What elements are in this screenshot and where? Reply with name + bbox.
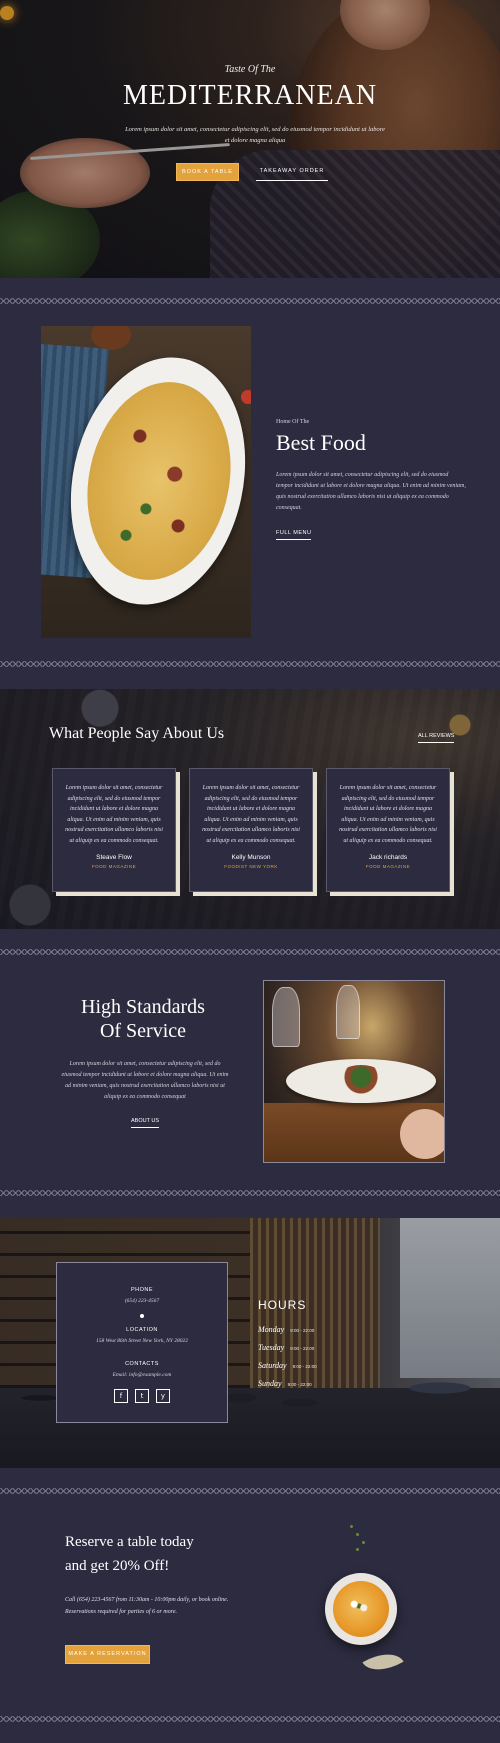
divider-pattern <box>0 298 500 304</box>
contact-card: PHONE (654) 223-4567 LOCATION 158 West 8… <box>56 1262 228 1423</box>
hours-time: 9:00 - 22:00 <box>287 1382 312 1387</box>
testimonial-source: FOODIST NEW YORK <box>224 864 278 869</box>
reserve-title-line2: and get 20% Off! <box>65 1558 170 1574</box>
fine-dining-image <box>263 980 445 1163</box>
testimonial-card: Lorem ipsum dolor sit amet, consectetur … <box>326 768 450 892</box>
hours-day: Tuesday <box>258 1343 285 1352</box>
soup-bowl-image <box>325 1573 397 1645</box>
hours-day: Monday <box>258 1325 285 1334</box>
pasta-dish-image <box>41 326 251 638</box>
testimonial-author: Kelly Munson <box>231 854 271 861</box>
hours-day: Sunday <box>258 1379 282 1388</box>
divider-pattern <box>0 1190 500 1196</box>
testimonial-text: Lorem ipsum dolor sit amet, consectetur … <box>339 785 437 844</box>
hours-row: Tuesday 9:00 - 22:00 <box>258 1343 314 1352</box>
standards-title: High Standards Of Service <box>50 995 236 1043</box>
divider-pattern <box>0 661 500 667</box>
testimonials-section: What People Say About Us ALL REVIEWS Lor… <box>0 689 500 929</box>
twitter-icon[interactable]: t <box>135 1389 149 1403</box>
standards-title-line1: High Standards <box>81 996 205 1018</box>
testimonials-title: What People Say About Us <box>49 725 225 742</box>
testimonial-source: FOOD MAGAZINE <box>365 864 411 869</box>
hours-row: Saturday 9:00 - 22:00 <box>258 1361 317 1370</box>
hours-title: HOURS <box>258 1298 307 1312</box>
testimonial-author: Jack richards <box>368 854 408 861</box>
hero-title: MEDITERRANEAN <box>122 80 378 111</box>
reserve-text: Call (654) 223-4567 from 11:30am - 10:00… <box>65 1597 229 1615</box>
divider-pattern <box>0 1716 500 1722</box>
hours-time: 9:00 - 22:00 <box>290 1346 315 1351</box>
takeaway-order-button[interactable]: TAKEAWAY ORDER <box>256 163 328 181</box>
best-food-text: Lorem ipsum dolor sit amet, consectetur … <box>276 472 466 511</box>
full-menu-link[interactable]: FULL MENU <box>276 530 312 540</box>
standards-text: Lorem ipsum dolor sit amet, consectetur … <box>61 1061 229 1100</box>
reserve-title: Reserve a table today and get 20% Off! <box>65 1530 194 1578</box>
hours-day: Saturday <box>258 1361 287 1370</box>
testimonial-source: FOOD MAGAZINE <box>91 864 137 869</box>
best-food-title: Best Food <box>276 430 366 455</box>
make-reservation-button[interactable]: MAKE A RESERVATION <box>65 1645 150 1664</box>
about-us-link[interactable]: ABOUT US <box>131 1118 160 1128</box>
location-value: 158 West 86th Street New York, NY 28022 <box>96 1338 188 1344</box>
testimonial-card: Lorem ipsum dolor sit amet, consectetur … <box>189 768 313 892</box>
yelp-icon[interactable]: y <box>156 1389 170 1403</box>
contacts-label: CONTACTS <box>125 1361 159 1367</box>
phone-label: PHONE <box>130 1287 154 1293</box>
email-value[interactable]: Email: info@example.com <box>57 1372 227 1378</box>
best-food-kicker: Home Of The <box>276 419 310 425</box>
all-reviews-link[interactable]: ALL REVIEWS <box>418 733 455 743</box>
hours-row: Sunday 9:00 - 22:00 <box>258 1379 312 1388</box>
standards-title-line2: Of Service <box>99 1020 187 1042</box>
testimonial-text: Lorem ipsum dolor sit amet, consectetur … <box>65 785 163 844</box>
testimonial-author: Steave Flow <box>96 854 132 861</box>
hero-text: Lorem ipsum dolor sit amet, consectetur … <box>125 126 385 144</box>
divider-pattern <box>0 949 500 955</box>
separator-dot <box>140 1314 144 1318</box>
divider-pattern <box>0 1488 500 1494</box>
book-table-button[interactable]: BOOK A TABLE <box>176 163 239 181</box>
testimonial-text: Lorem ipsum dolor sit amet, consectetur … <box>202 785 300 844</box>
hours-row: Monday 9:00 - 22:00 <box>258 1325 314 1334</box>
hours-time: 9:00 - 22:00 <box>290 1328 315 1333</box>
hero-subtitle: Taste Of The <box>224 64 276 75</box>
location-label: LOCATION <box>126 1327 158 1333</box>
phone-value[interactable]: (654) 223-4567 <box>57 1298 227 1304</box>
hours-time: 9:00 - 22:00 <box>292 1364 317 1369</box>
reserve-title-line1: Reserve a table today <box>65 1534 194 1550</box>
facebook-icon[interactable]: f <box>114 1389 128 1403</box>
testimonial-card: Lorem ipsum dolor sit amet, consectetur … <box>52 768 176 892</box>
